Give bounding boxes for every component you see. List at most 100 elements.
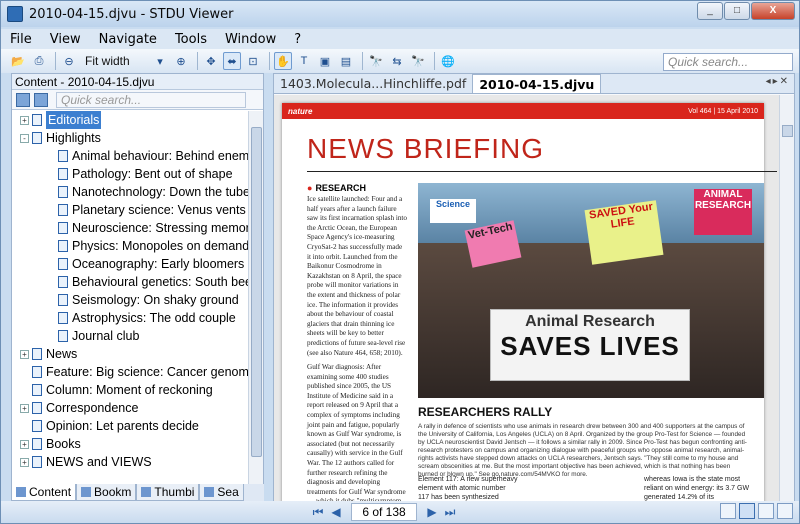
fit-width-select[interactable]: Fit width [81,54,151,68]
next-page-icon[interactable]: ▶ [424,504,440,520]
minimize-button[interactable]: _ [697,2,723,20]
tab-content[interactable]: Content [11,484,77,501]
web-icon[interactable]: 🌐 [439,52,457,70]
scrollbar-thumb[interactable] [251,127,262,457]
tree-item-label: Pathology: Bent out of shape [72,167,233,181]
expand-toggle-icon[interactable]: - [20,133,29,143]
tree-item[interactable]: Nanotechnology: Down the tube [12,183,249,201]
document-icon [58,330,68,342]
zoom-in-icon[interactable]: ⊕ [172,52,190,70]
content-search-input[interactable]: Quick search... [56,91,246,108]
menu-tools[interactable]: Tools [166,32,216,47]
tab-djvu-document[interactable]: 2010-04-15.djvu [472,74,602,93]
tree-item[interactable]: Animal behaviour: Behind enemy [12,147,249,165]
tree-item[interactable]: Seismology: On shaky ground [12,291,249,309]
menu-file[interactable]: File [1,32,41,47]
last-page-icon[interactable]: ⏭ [442,504,458,520]
find-all-icon[interactable]: 🔭 [409,52,427,70]
find-next-icon[interactable]: ⇆ [388,52,406,70]
facing-pages-icon[interactable] [758,503,774,519]
fit-width-icon[interactable]: ⬌ [223,52,241,70]
tree-item[interactable]: + Books [12,435,249,453]
content-search-row: Quick search... [12,90,263,110]
thumbnail-icon [141,487,152,497]
fit-page-icon[interactable]: ✥ [202,52,220,70]
tree-item[interactable]: Planetary science: Venus vents [12,201,249,219]
tab-thumbnails[interactable]: Thumbi [136,484,200,501]
select-text-icon[interactable]: T [295,52,313,70]
tab-bookmarks[interactable]: Bookm [76,484,137,501]
bookmark-icon [81,487,92,497]
expand-toggle-icon[interactable]: + [20,349,29,359]
maximize-button[interactable]: □ [724,2,750,20]
print-icon[interactable]: ⎙ [30,52,48,70]
expand-toggle-icon[interactable]: + [20,403,29,413]
document-icon [58,276,68,288]
expand-toggle-icon[interactable]: + [20,457,29,467]
tree-item-label: Journal club [72,329,140,343]
menu-window[interactable]: Window [216,32,285,47]
tree-item[interactable]: Journal club [12,327,249,345]
page-header-bar: nature Vol 464 | 15 April 2010 [282,103,764,119]
continuous-facing-icon[interactable] [777,503,793,519]
document-icon [32,114,42,126]
quick-search-input[interactable]: Quick search... [663,53,793,71]
hand-tool-icon[interactable]: ✋ [274,52,292,70]
snapshot-icon[interactable]: ▣ [316,52,334,70]
sign-science: Science [430,199,476,223]
tab-search[interactable]: Sea [199,484,244,501]
tree-item-label: Feature: Big science: Cancer genom [46,365,249,379]
tree-item[interactable]: + NEWS and VIEWS [12,453,249,471]
tab-navigation-icons[interactable]: ◂▸✕ [766,76,790,87]
tree-item-label: Neuroscience: Stressing memory [72,221,249,235]
tree-item[interactable]: Column: Moment of reckoning [12,381,249,399]
menu-navigate[interactable]: Navigate [90,32,166,47]
expand-toggle-icon[interactable]: + [20,439,29,449]
single-page-icon[interactable] [720,503,736,519]
page-viewport[interactable]: nature Vol 464 | 15 April 2010 NEWS BRIE… [274,95,780,501]
tree-item[interactable]: Oceanography: Early bloomers [12,255,249,273]
document-page: nature Vol 464 | 15 April 2010 NEWS BRIE… [282,103,777,501]
document-icon [58,312,68,324]
tree-vertical-scrollbar[interactable] [248,111,263,489]
document-icon [32,438,42,450]
continuous-page-icon[interactable] [739,503,755,519]
previous-page-icon[interactable]: ◀ [328,504,344,520]
tree-item[interactable]: + Correspondence [12,399,249,417]
tree-item[interactable]: Feature: Big science: Cancer genom [12,363,249,381]
open-folder-icon[interactable]: 📂 [9,52,27,70]
toolbar-separator [197,52,198,70]
page-number-field[interactable]: 6 of 138 [351,503,417,521]
scrollbar-thumb[interactable] [782,125,793,137]
tab-pdf-document[interactable]: 1403.Molecula...Hinchliffe.pdf [274,74,472,93]
tree-item[interactable]: - Highlights [12,129,249,147]
select-image-icon[interactable]: ▤ [337,52,355,70]
document-icon [32,366,42,378]
expand-toggle-icon[interactable]: + [20,115,29,125]
tree-item[interactable]: Behavioural genetics: South bee- [12,273,249,291]
close-button[interactable]: X [751,2,795,20]
menu-bar: File View Navigate Tools Window ? [1,29,799,49]
tree-item[interactable]: + News [12,345,249,363]
tree-item[interactable]: Neuroscience: Stressing memory [12,219,249,237]
page-heading: NEWS BRIEFING [307,133,545,164]
first-page-icon[interactable]: ⏮ [310,504,326,520]
tree-item[interactable]: Pathology: Bent out of shape [12,165,249,183]
collapse-all-icon[interactable] [34,92,48,107]
menu-help[interactable]: ? [285,32,310,47]
expand-all-icon[interactable] [16,92,30,107]
find-icon[interactable]: 🔭 [367,52,385,70]
tree-item[interactable]: Astrophysics: The odd couple [12,309,249,327]
tree-item[interactable]: Physics: Monopoles on demand [12,237,249,255]
tree-item[interactable]: + Editorials [12,111,249,129]
document-icon [58,258,68,270]
content-panel: Content - 2010-04-15.djvu Quick search..… [11,73,264,513]
content-icon [16,487,26,497]
page-vertical-scrollbar[interactable] [779,95,794,501]
actual-size-icon[interactable]: ⊡ [244,52,262,70]
chevron-down-icon[interactable]: ▾ [151,52,169,70]
zoom-out-icon[interactable]: ⊖ [60,52,78,70]
menu-view[interactable]: View [41,32,90,47]
tree-item[interactable]: Opinion: Let parents decide [12,417,249,435]
left-column: RESEARCH Ice satellite launched: Four an… [307,183,407,501]
